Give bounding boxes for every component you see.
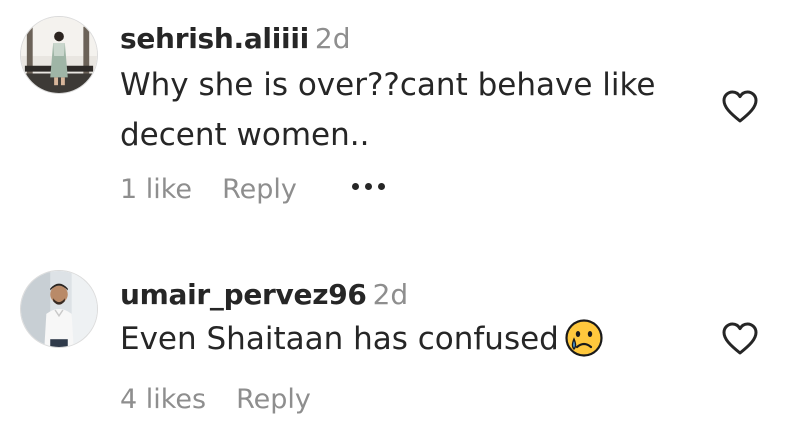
comment-text: Why she is over??cant behave like decent… [120, 60, 680, 160]
heart-outline-icon[interactable] [722, 90, 758, 124]
comment-actions: 1 like Reply [120, 174, 385, 205]
profile-photo [21, 271, 97, 347]
comment-text-line: Why she is over??cant behave like [120, 67, 656, 103]
comment-text: Even Shaitaan has confused [120, 314, 680, 364]
username-link[interactable]: sehrish.aliiii [120, 22, 309, 55]
profile-photo [21, 17, 97, 93]
username-link[interactable]: umair_pervez96 [120, 278, 367, 311]
comment-text-content: Even Shaitaan has confused [120, 321, 559, 357]
comment-header: umair_pervez96 2d [120, 278, 408, 311]
reply-button[interactable]: Reply [222, 174, 297, 205]
more-dot [364, 183, 372, 190]
comment-actions: 4 likes Reply [120, 384, 366, 415]
comment-text-line: decent women.. [120, 117, 370, 153]
more-dot [351, 183, 359, 190]
comment-item: sehrish.aliiii 2d Why she is over??cant b… [0, 0, 787, 240]
timestamp[interactable]: 2d [373, 278, 409, 311]
crying-face-emoji [565, 319, 603, 357]
avatar[interactable] [20, 270, 98, 348]
timestamp[interactable]: 2d [315, 22, 351, 55]
avatar[interactable] [20, 16, 98, 94]
heart-outline-icon[interactable] [722, 322, 758, 356]
more-dot [377, 183, 385, 190]
comment-item: umair_pervez96 2d Even Shaitaan has confu… [0, 260, 787, 430]
comment-text-line: Even Shaitaan has confused [120, 314, 680, 364]
likes-count-link[interactable]: 1 like [120, 174, 192, 205]
comment-header: sehrish.aliiii 2d [120, 22, 351, 55]
reply-button[interactable]: Reply [236, 384, 311, 415]
comments-list: sehrish.aliiii 2d Why she is over??cant b… [0, 0, 787, 430]
more-options-icon[interactable] [351, 183, 385, 190]
likes-count-link[interactable]: 4 likes [120, 384, 206, 415]
